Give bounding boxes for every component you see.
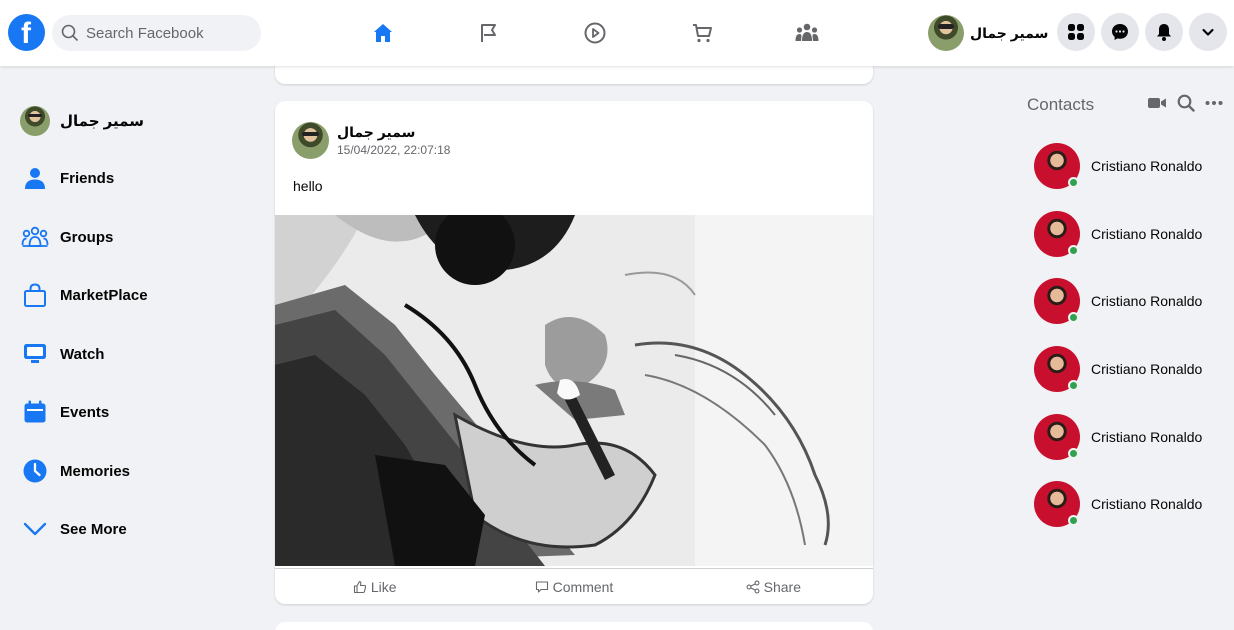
like-button[interactable]: Like bbox=[275, 569, 474, 604]
contact-item[interactable]: Cristiano Ronaldo bbox=[1034, 210, 1202, 258]
account-menu-button[interactable] bbox=[1189, 13, 1227, 51]
contact-item[interactable]: Cristiano Ronaldo bbox=[1034, 142, 1202, 190]
avatar[interactable] bbox=[292, 122, 329, 159]
sidebar-item-profile[interactable]: سمير جمال bbox=[20, 101, 144, 141]
bell-icon bbox=[1157, 24, 1171, 41]
post-author[interactable]: سمير جمال bbox=[337, 124, 450, 141]
sidebar-item-label: Watch bbox=[60, 345, 105, 363]
home-icon[interactable] bbox=[368, 18, 398, 48]
sidebar-item-label: Friends bbox=[60, 169, 115, 187]
sidebar-item-label: MarketPlace bbox=[60, 286, 148, 304]
contact-name: Cristiano Ronaldo bbox=[1091, 226, 1203, 242]
online-status-dot bbox=[1068, 245, 1079, 256]
video-icon[interactable] bbox=[1147, 95, 1167, 111]
sidebar-item-see-more[interactable]: See More bbox=[20, 509, 127, 549]
search-input[interactable] bbox=[86, 15, 256, 51]
sidebar-item-label: Groups bbox=[60, 228, 114, 246]
contact-item[interactable]: Cristiano Ronaldo bbox=[1034, 413, 1202, 461]
sidebar-item-label: Events bbox=[60, 403, 110, 421]
profile-chip[interactable]: سمير جمال bbox=[928, 15, 1048, 51]
search-icon[interactable] bbox=[1177, 94, 1195, 112]
sidebar-item-watch[interactable]: Watch bbox=[20, 334, 104, 374]
comment-button[interactable]: Comment bbox=[474, 569, 673, 604]
like-label: Like bbox=[370, 578, 397, 595]
contacts-title: Contacts bbox=[1027, 95, 1095, 114]
search-icon bbox=[61, 24, 79, 42]
avatar bbox=[1034, 346, 1080, 392]
next-post-card bbox=[275, 622, 873, 630]
sidebar-item-friends[interactable]: Friends bbox=[20, 158, 114, 198]
chevron-down-icon bbox=[20, 514, 50, 544]
post-actions-bar: Like Comment Share bbox=[275, 568, 873, 604]
contact-name: Cristiano Ronaldo bbox=[1091, 361, 1203, 377]
avatar bbox=[1034, 211, 1080, 257]
contact-item[interactable]: Cristiano Ronaldo bbox=[1034, 277, 1202, 325]
sidebar-item-label: See More bbox=[60, 520, 127, 538]
messenger-button[interactable] bbox=[1101, 13, 1139, 51]
facebook-logo-icon[interactable]: f bbox=[8, 14, 45, 51]
sidebar-item-label: Memories bbox=[60, 462, 131, 480]
post-timestamp[interactable]: 15/04/2022, 22:07:18 bbox=[337, 143, 450, 157]
share-icon bbox=[746, 580, 760, 593]
contact-name: Cristiano Ronaldo bbox=[1091, 158, 1203, 174]
share-label: Share bbox=[763, 578, 801, 595]
avatar bbox=[928, 15, 964, 51]
watch-icon bbox=[20, 339, 50, 369]
post-image[interactable] bbox=[275, 215, 873, 566]
post-card: سمير جمال 15/04/2022, 22:07:18 hello Lik… bbox=[275, 101, 873, 604]
online-status-dot bbox=[1068, 177, 1079, 188]
chevron-down-icon bbox=[1202, 28, 1214, 36]
sidebar-item-events[interactable]: Events bbox=[20, 392, 109, 432]
like-icon bbox=[353, 580, 366, 593]
marketplace-icon bbox=[20, 280, 50, 310]
events-icon bbox=[20, 397, 50, 427]
groups-icon bbox=[20, 222, 50, 252]
friends-icon bbox=[20, 163, 50, 193]
watch-icon[interactable] bbox=[580, 18, 610, 48]
contact-name: Cristiano Ronaldo bbox=[1091, 429, 1203, 445]
avatar bbox=[20, 106, 50, 136]
sidebar-item-marketplace[interactable]: MarketPlace bbox=[20, 275, 148, 315]
contacts-tools bbox=[1147, 94, 1223, 112]
avatar bbox=[1034, 143, 1080, 189]
contact-item[interactable]: Cristiano Ronaldo bbox=[1034, 345, 1202, 393]
menu-grid-button[interactable] bbox=[1057, 13, 1095, 51]
search-box[interactable] bbox=[52, 15, 261, 51]
share-button[interactable]: Share bbox=[674, 569, 873, 604]
sidebar-item-groups[interactable]: Groups bbox=[20, 217, 113, 257]
menu-grid-icon bbox=[1068, 24, 1084, 40]
avatar bbox=[1034, 278, 1080, 324]
logo-letter: f bbox=[21, 17, 31, 50]
notifications-button[interactable] bbox=[1145, 13, 1183, 51]
online-status-dot bbox=[1068, 312, 1079, 323]
contact-name: Cristiano Ronaldo bbox=[1091, 293, 1203, 309]
avatar bbox=[1034, 414, 1080, 460]
online-status-dot bbox=[1068, 380, 1079, 391]
marketplace-icon[interactable] bbox=[687, 18, 717, 48]
messenger-icon bbox=[1112, 24, 1128, 40]
avatar bbox=[1034, 481, 1080, 527]
flag-icon[interactable] bbox=[474, 18, 504, 48]
online-status-dot bbox=[1068, 448, 1079, 459]
sketch-portrait-image bbox=[275, 215, 873, 566]
contact-name: Cristiano Ronaldo bbox=[1091, 496, 1203, 512]
memories-icon bbox=[20, 456, 50, 486]
post-header: سمير جمال 15/04/2022, 22:07:18 bbox=[292, 122, 450, 159]
comment-label: Comment bbox=[552, 578, 614, 595]
sidebar-item-memories[interactable]: Memories bbox=[20, 451, 130, 491]
sidebar-profile-name: سمير جمال bbox=[60, 113, 144, 130]
top-navigation-bar: f سمير جمال bbox=[0, 0, 1234, 66]
post-text: hello bbox=[293, 178, 323, 194]
comment-icon bbox=[535, 580, 548, 593]
online-status-dot bbox=[1068, 515, 1079, 526]
contact-item[interactable]: Cristiano Ronaldo bbox=[1034, 480, 1202, 528]
profile-name: سمير جمال bbox=[970, 24, 1049, 41]
more-icon[interactable] bbox=[1205, 100, 1223, 106]
groups-icon[interactable] bbox=[792, 18, 822, 48]
